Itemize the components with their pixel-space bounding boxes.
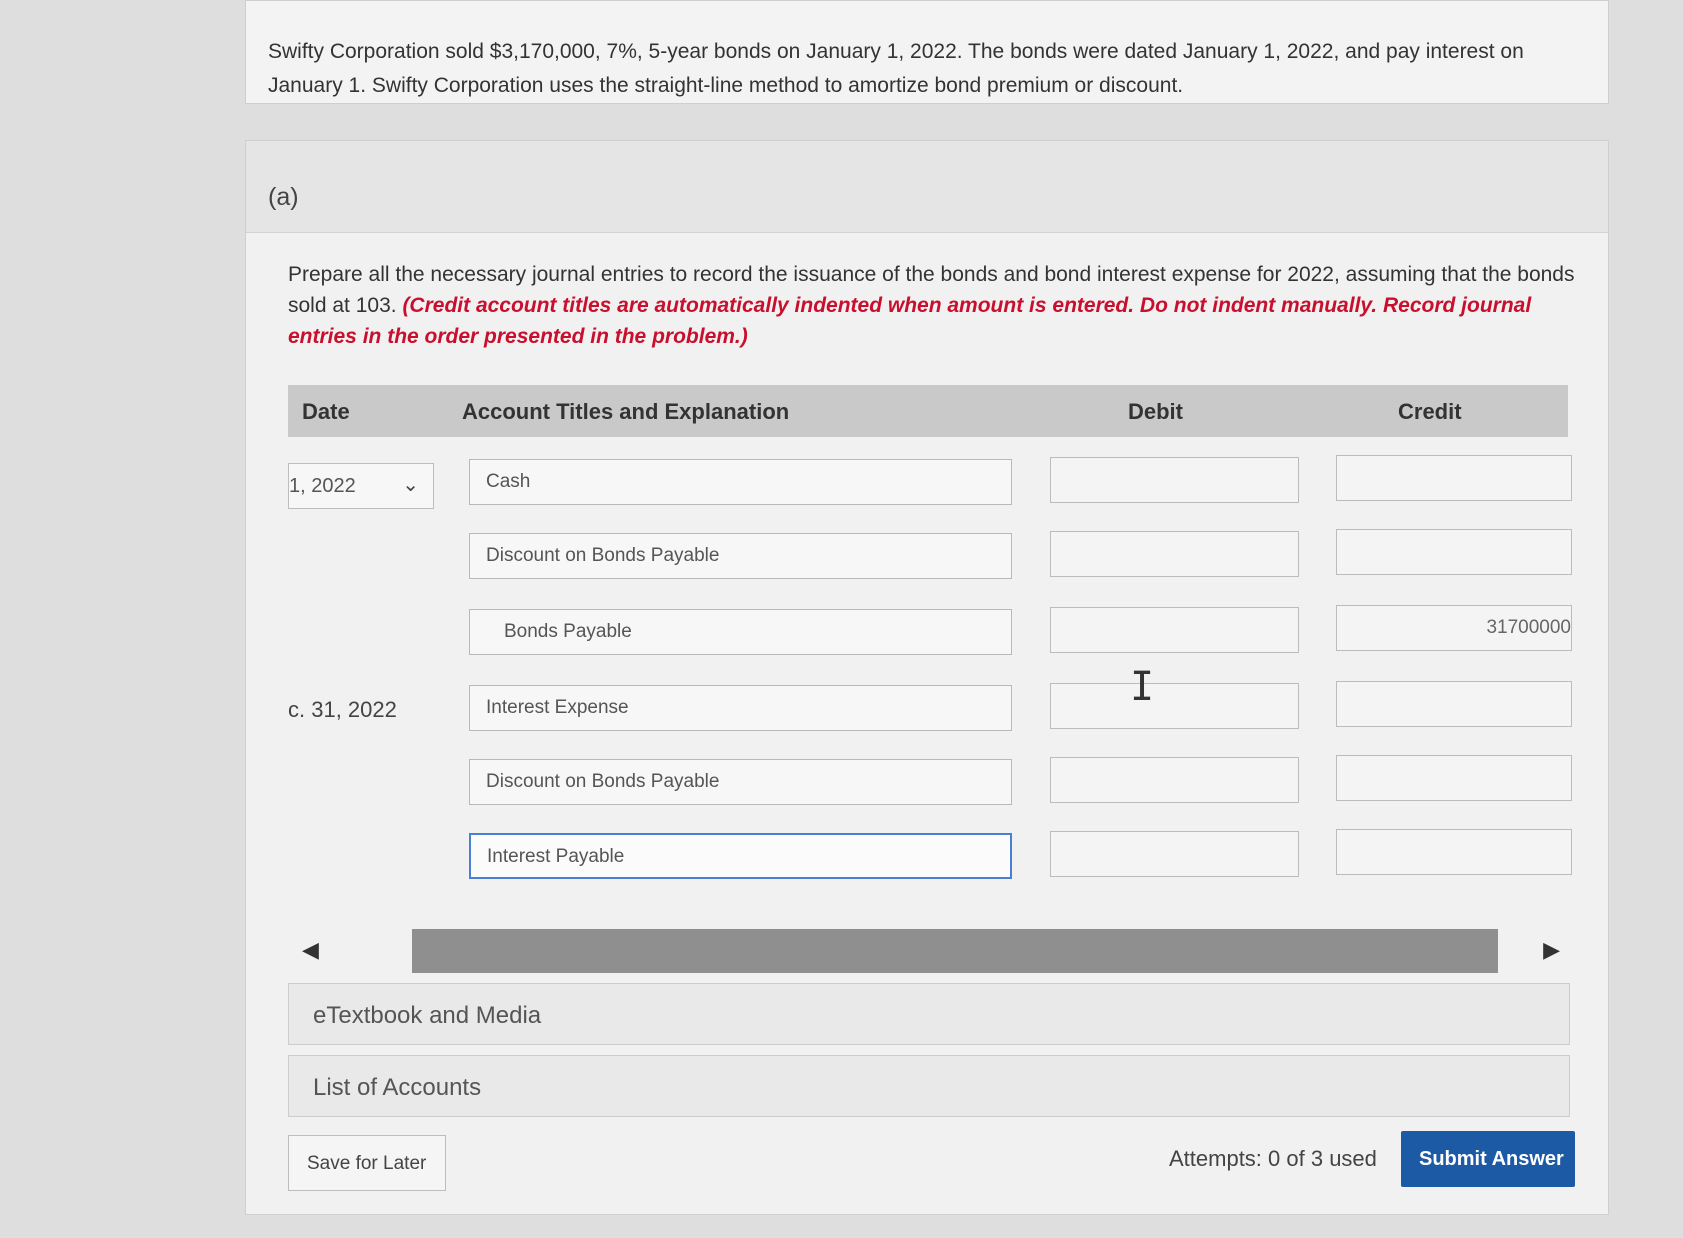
credit-field-4[interactable] xyxy=(1336,681,1572,727)
header-account: Account Titles and Explanation xyxy=(462,399,790,424)
attempts-counter: Attempts: 0 of 3 used xyxy=(1169,1146,1377,1171)
debit-field-5[interactable] xyxy=(1050,757,1299,803)
etextbook-media-section[interactable]: eTextbook and Media xyxy=(288,983,1570,1045)
problem-text: Swifty Corporation sold $3,170,000, 7%, … xyxy=(268,40,1524,97)
part-a-panel: (a) Prepare all the necessary journal en… xyxy=(245,140,1609,1215)
debit-field-4[interactable] xyxy=(1050,683,1299,729)
credit-field-3[interactable]: 31700000 xyxy=(1336,605,1572,651)
account-field-interest-payable[interactable]: Interest Payable xyxy=(469,833,1012,879)
chevron-down-icon: ⌄ xyxy=(402,474,419,496)
account-field-interest-expense[interactable]: Interest Expense xyxy=(469,685,1012,731)
credit-field-6[interactable] xyxy=(1336,829,1572,875)
account-field-cash[interactable]: Cash xyxy=(469,459,1012,505)
date-select-jan1[interactable]: 1, 2022 ⌄ xyxy=(288,463,434,509)
credit-field-1[interactable] xyxy=(1336,455,1572,501)
header-date: Date xyxy=(302,399,350,424)
save-for-later-button[interactable]: Save for Later xyxy=(288,1135,446,1191)
credit-field-5[interactable] xyxy=(1336,755,1572,801)
text-cursor-icon: I xyxy=(1130,664,1155,710)
list-of-accounts-section[interactable]: List of Accounts xyxy=(288,1055,1570,1117)
date-dec31: c. 31, 2022 xyxy=(288,697,397,722)
header-debit: Debit xyxy=(1128,399,1183,424)
credit-field-2[interactable] xyxy=(1336,529,1572,575)
part-label: (a) xyxy=(246,141,1608,233)
debit-field-1[interactable] xyxy=(1050,457,1299,503)
submit-answer-button[interactable]: Submit Answer xyxy=(1401,1131,1575,1187)
account-field-discount-1[interactable]: Discount on Bonds Payable xyxy=(469,533,1012,579)
debit-field-3[interactable] xyxy=(1050,607,1299,653)
instruction-note: (Credit account titles are automatically… xyxy=(288,294,1532,348)
scroll-right-icon[interactable]: ▶ xyxy=(1543,937,1560,963)
debit-field-6[interactable] xyxy=(1050,831,1299,877)
horizontal-scrollbar[interactable]: ◀ ▶ xyxy=(288,929,1568,973)
account-field-bonds-payable[interactable]: Bonds Payable xyxy=(469,609,1012,655)
header-credit: Credit xyxy=(1398,399,1462,424)
date-select-value: 1, 2022 xyxy=(289,475,356,497)
account-field-discount-2[interactable]: Discount on Bonds Payable xyxy=(469,759,1012,805)
scroll-left-icon[interactable]: ◀ xyxy=(302,937,319,963)
debit-field-2[interactable] xyxy=(1050,531,1299,577)
scroll-thumb[interactable] xyxy=(412,929,1498,973)
instructions: Prepare all the necessary journal entrie… xyxy=(288,259,1588,352)
problem-statement: Swifty Corporation sold $3,170,000, 7%, … xyxy=(245,0,1609,104)
journal-table-header: Date Account Titles and Explanation Debi… xyxy=(288,385,1568,437)
